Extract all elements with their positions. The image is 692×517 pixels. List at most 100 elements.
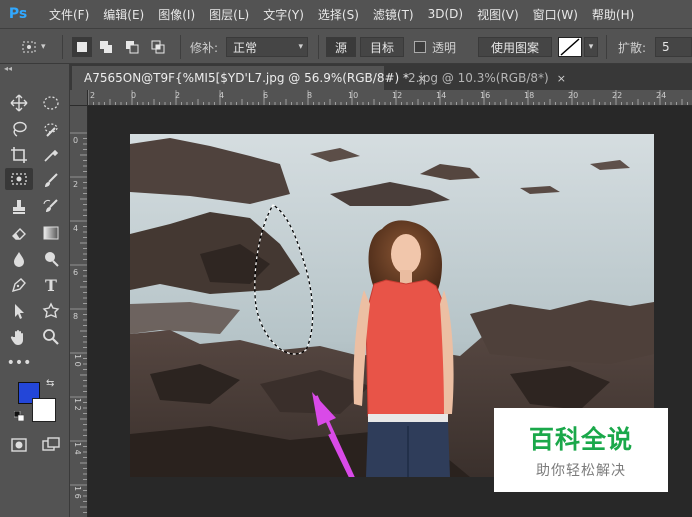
source-button[interactable]: 源 (326, 37, 356, 57)
patch-label: 修补: (190, 40, 219, 55)
custom-shape-icon[interactable] (39, 300, 63, 322)
new-selection-icon (77, 42, 87, 52)
quick-select-icon[interactable] (39, 118, 63, 140)
menu-bar: Ps 文件(F) 编辑(E) 图像(I) 图层(L) 文字(Y) 选择(S) 滤… (0, 0, 692, 28)
chevron-down-icon: ▾ (588, 42, 594, 52)
options-bar: ▾ 修补: 正常 ▾ 源 目标 透明 使用图案 ▾ 扩散: 5 (0, 28, 692, 64)
crop-icon[interactable] (7, 144, 31, 166)
use-pattern-button[interactable]: 使用图案 (478, 37, 552, 57)
menu-filter[interactable]: 滤镜(T) (366, 6, 421, 23)
elliptical-marquee-icon[interactable] (39, 92, 63, 114)
eraser-icon[interactable] (7, 222, 31, 244)
menu-select[interactable]: 选择(S) (311, 6, 366, 23)
patch-mode-value: 正常 (233, 40, 258, 55)
ruler-label: 1 6 (73, 486, 82, 499)
vertical-ruler: 0 2 4 6 8 1 0 1 2 1 4 1 6 (70, 106, 88, 517)
menu-layer[interactable]: 图层(L) (202, 6, 256, 23)
ruler-label: 2 (175, 91, 181, 100)
chevron-down-icon: ▾ (41, 42, 46, 52)
ruler-label: 1 4 (73, 442, 82, 455)
menu-view[interactable]: 视图(V) (470, 6, 526, 23)
default-colors-icon[interactable] (13, 410, 25, 422)
ruler-label: 6 (73, 268, 79, 277)
tools-panel: ◂◂ T ••• ⇆ (0, 64, 70, 517)
more-tools-icon[interactable]: ••• (7, 352, 32, 374)
history-brush-icon[interactable] (39, 196, 63, 218)
close-icon[interactable]: × (557, 72, 566, 85)
ruler-label: 6 (263, 91, 269, 100)
tab-label: A7565ON@T9F{%MI5[$YD'L7.jpg @ 56.9%(RGB/… (84, 71, 410, 85)
selection-subtract-button[interactable] (122, 37, 142, 57)
menu-edit[interactable]: 编辑(E) (96, 6, 151, 23)
horizontal-ruler: 2 0 2 4 6 8 10 12 14 16 18 20 22 24 (88, 90, 692, 106)
chevron-down-icon: ▾ (298, 42, 303, 52)
type-icon[interactable]: T (39, 274, 63, 296)
gradient-icon[interactable] (39, 222, 63, 244)
watermark-subtitle: 助你轻松解决 (536, 463, 626, 479)
selection-intersect-button[interactable] (148, 37, 168, 57)
target-button[interactable]: 目标 (360, 37, 404, 57)
intersect-selection-icon (151, 40, 165, 54)
clone-stamp-icon[interactable] (7, 196, 31, 218)
menu-help[interactable]: 帮助(H) (585, 6, 641, 23)
add-selection-icon (100, 41, 112, 53)
document-tab-bar: A7565ON@T9F{%MI5[$YD'L7.jpg @ 56.9%(RGB/… (70, 64, 692, 90)
eyedropper-icon[interactable] (39, 144, 63, 166)
zoom-icon[interactable] (39, 326, 63, 348)
tool-preset-picker[interactable]: ▾ (20, 37, 54, 57)
patch-tool-preset-icon (22, 41, 36, 53)
ruler-label: 1 2 (73, 398, 82, 411)
ruler-label: 1 0 (73, 354, 82, 367)
ruler-label: 2 (73, 180, 79, 189)
ruler-label: 4 (73, 224, 79, 233)
transparent-label: 透明 (432, 40, 457, 55)
ruler-label: 22 (612, 91, 623, 100)
transparent-toggle[interactable]: 透明 (414, 37, 464, 57)
patch-mode-dropdown[interactable]: 正常 ▾ (226, 37, 308, 57)
selection-add-button[interactable] (96, 37, 116, 57)
lasso-icon[interactable] (7, 118, 31, 140)
background-color-swatch[interactable] (32, 398, 56, 422)
blur-icon[interactable] (7, 248, 31, 270)
spread-input[interactable]: 5 (655, 37, 692, 57)
divider (62, 35, 63, 59)
ruler-label: 8 (73, 312, 79, 321)
pattern-swatch[interactable] (558, 37, 582, 57)
menu-type[interactable]: 文字(Y) (256, 6, 311, 23)
ruler-label: 10 (348, 91, 359, 100)
ruler-label: 4 (219, 91, 225, 100)
quick-mask-icon[interactable] (7, 434, 31, 456)
swap-colors-icon[interactable]: ⇆ (46, 378, 54, 389)
ruler-label: 0 (73, 136, 79, 145)
tab-label: 2.jpg @ 10.3%(RGB/8*) (408, 71, 549, 85)
patch-icon[interactable] (5, 168, 33, 190)
watermark-title: 百科全说 (528, 425, 633, 454)
panel-collapse-icon[interactable]: ◂◂ (4, 64, 64, 74)
pattern-picker-button[interactable]: ▾ (584, 37, 598, 57)
dodge-icon[interactable] (39, 248, 63, 270)
ruler-corner (70, 90, 88, 106)
screen-mode-icon[interactable] (39, 434, 63, 456)
tab-document-1[interactable]: A7565ON@T9F{%MI5[$YD'L7.jpg @ 56.9%(RGB/… (72, 66, 426, 90)
subtract-selection-icon (126, 41, 139, 54)
hand-icon[interactable] (7, 326, 31, 348)
pen-icon[interactable] (7, 274, 31, 296)
ruler-label: 16 (480, 91, 491, 100)
selection-new-button[interactable] (72, 37, 92, 57)
brush-icon[interactable] (39, 170, 63, 192)
photoshop-logo: Ps (8, 6, 28, 22)
spread-label: 扩散: (618, 40, 647, 55)
transparent-checkbox[interactable] (414, 41, 426, 53)
move-icon[interactable] (7, 92, 31, 114)
watermark-box: 百科全说 助你轻松解决 (494, 408, 668, 492)
menu-3d[interactable]: 3D(D) (421, 7, 470, 21)
tab-document-2[interactable]: 2.jpg @ 10.3%(RGB/8*) × (396, 66, 566, 90)
path-selection-icon[interactable] (7, 300, 31, 322)
ruler-label: 14 (436, 91, 447, 100)
menu-file[interactable]: 文件(F) (42, 6, 96, 23)
pattern-preview-icon (560, 38, 580, 56)
menu-window[interactable]: 窗口(W) (526, 6, 585, 23)
ruler-label: 8 (307, 91, 313, 100)
divider (606, 35, 607, 59)
menu-image[interactable]: 图像(I) (151, 6, 202, 23)
